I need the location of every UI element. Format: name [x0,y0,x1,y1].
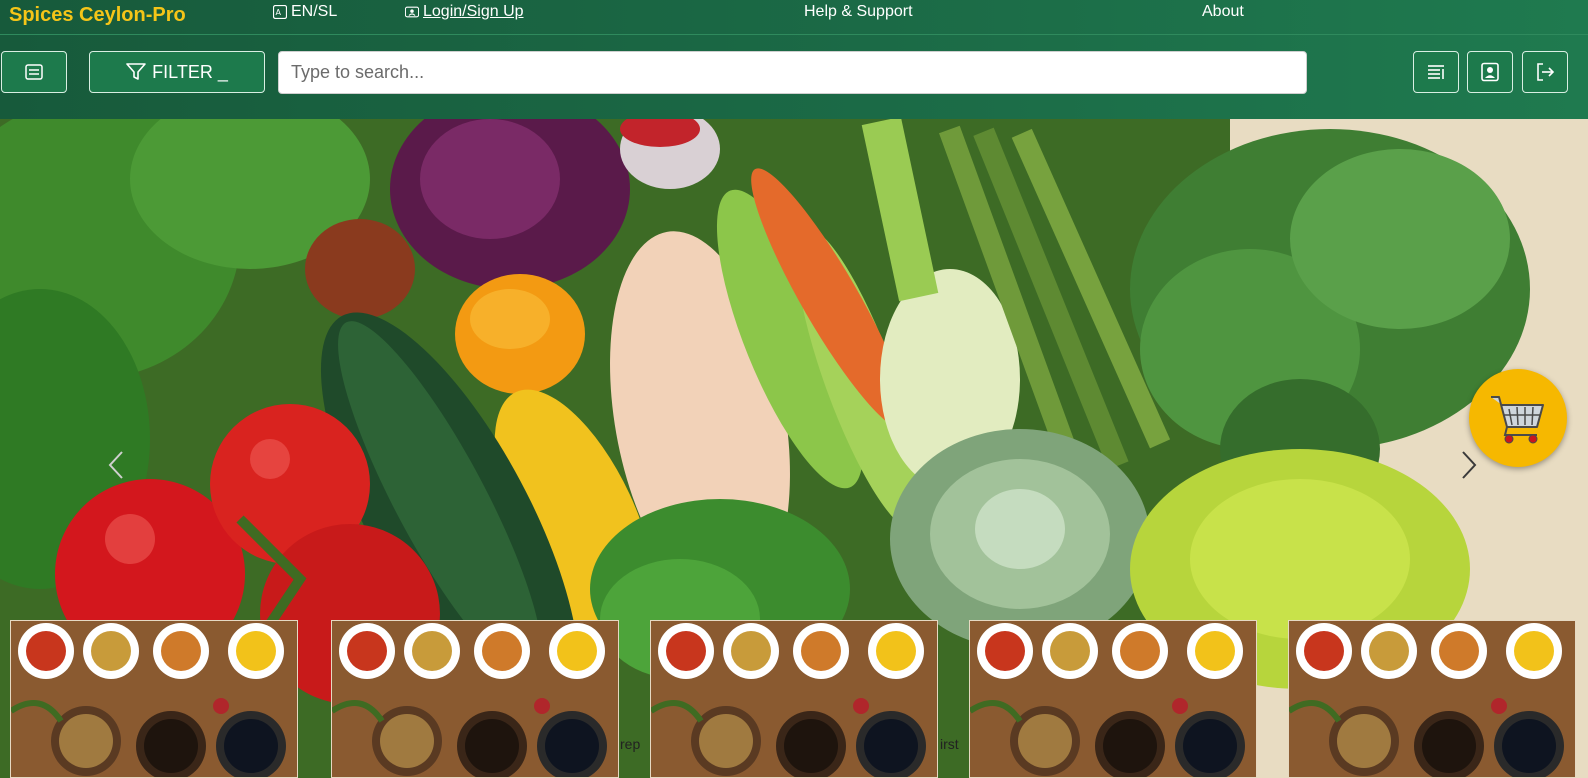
language-label: EN/SL [291,3,338,20]
user-profile-icon [1481,62,1499,82]
product-card[interactable] [969,620,1257,778]
search-input[interactable] [278,51,1307,94]
spices-image [11,621,297,777]
search-box [278,51,1307,94]
floating-cart-button[interactable] [1469,369,1567,467]
sidebar-menu-icon [25,64,43,80]
orders-list-button[interactable] [1413,51,1459,93]
language-switch[interactable]: A EN/SL [273,3,337,21]
list-icon [1428,65,1444,79]
translate-icon: A [273,5,287,19]
product-card[interactable] [650,620,938,778]
partial-caption-text: irst [940,736,959,752]
about-link[interactable]: About [1202,3,1244,21]
profile-button[interactable] [1467,51,1513,93]
login-signup-link[interactable]: Login/Sign Up [405,3,524,21]
spices-image [1289,621,1575,777]
sidebar-toggle-button[interactable] [1,51,67,93]
logout-button[interactable] [1522,51,1568,93]
filter-label: FILTER _ [152,61,228,82]
product-card[interactable] [1288,620,1576,778]
spices-image [970,621,1256,777]
spices-image [651,621,937,777]
spices-image [332,621,618,777]
help-support-link[interactable]: Help & Support [804,3,913,21]
id-card-icon [405,6,419,18]
chevron-left-icon [108,451,123,479]
filter-button[interactable]: FILTER _ [89,51,265,93]
carousel-next-button[interactable] [1457,445,1481,485]
chevron-right-icon [1462,451,1477,479]
login-label: Login/Sign Up [423,3,524,20]
filter-icon [126,63,146,80]
brand-logo-text[interactable]: Spices Ceylon-Pro [9,4,186,27]
shopping-cart-icon [1491,396,1544,444]
partial-caption-text: rep [620,736,641,752]
carousel-prev-button[interactable] [104,445,128,485]
product-card[interactable] [10,620,298,778]
product-card[interactable] [331,620,619,778]
top-nav-row: Spices Ceylon-Pro A EN/SL Login/Sign Up … [0,0,1588,35]
logout-icon [1537,63,1555,81]
top-navbar: Spices Ceylon-Pro A EN/SL Login/Sign Up … [0,0,1588,119]
svg-text:A: A [276,8,282,17]
